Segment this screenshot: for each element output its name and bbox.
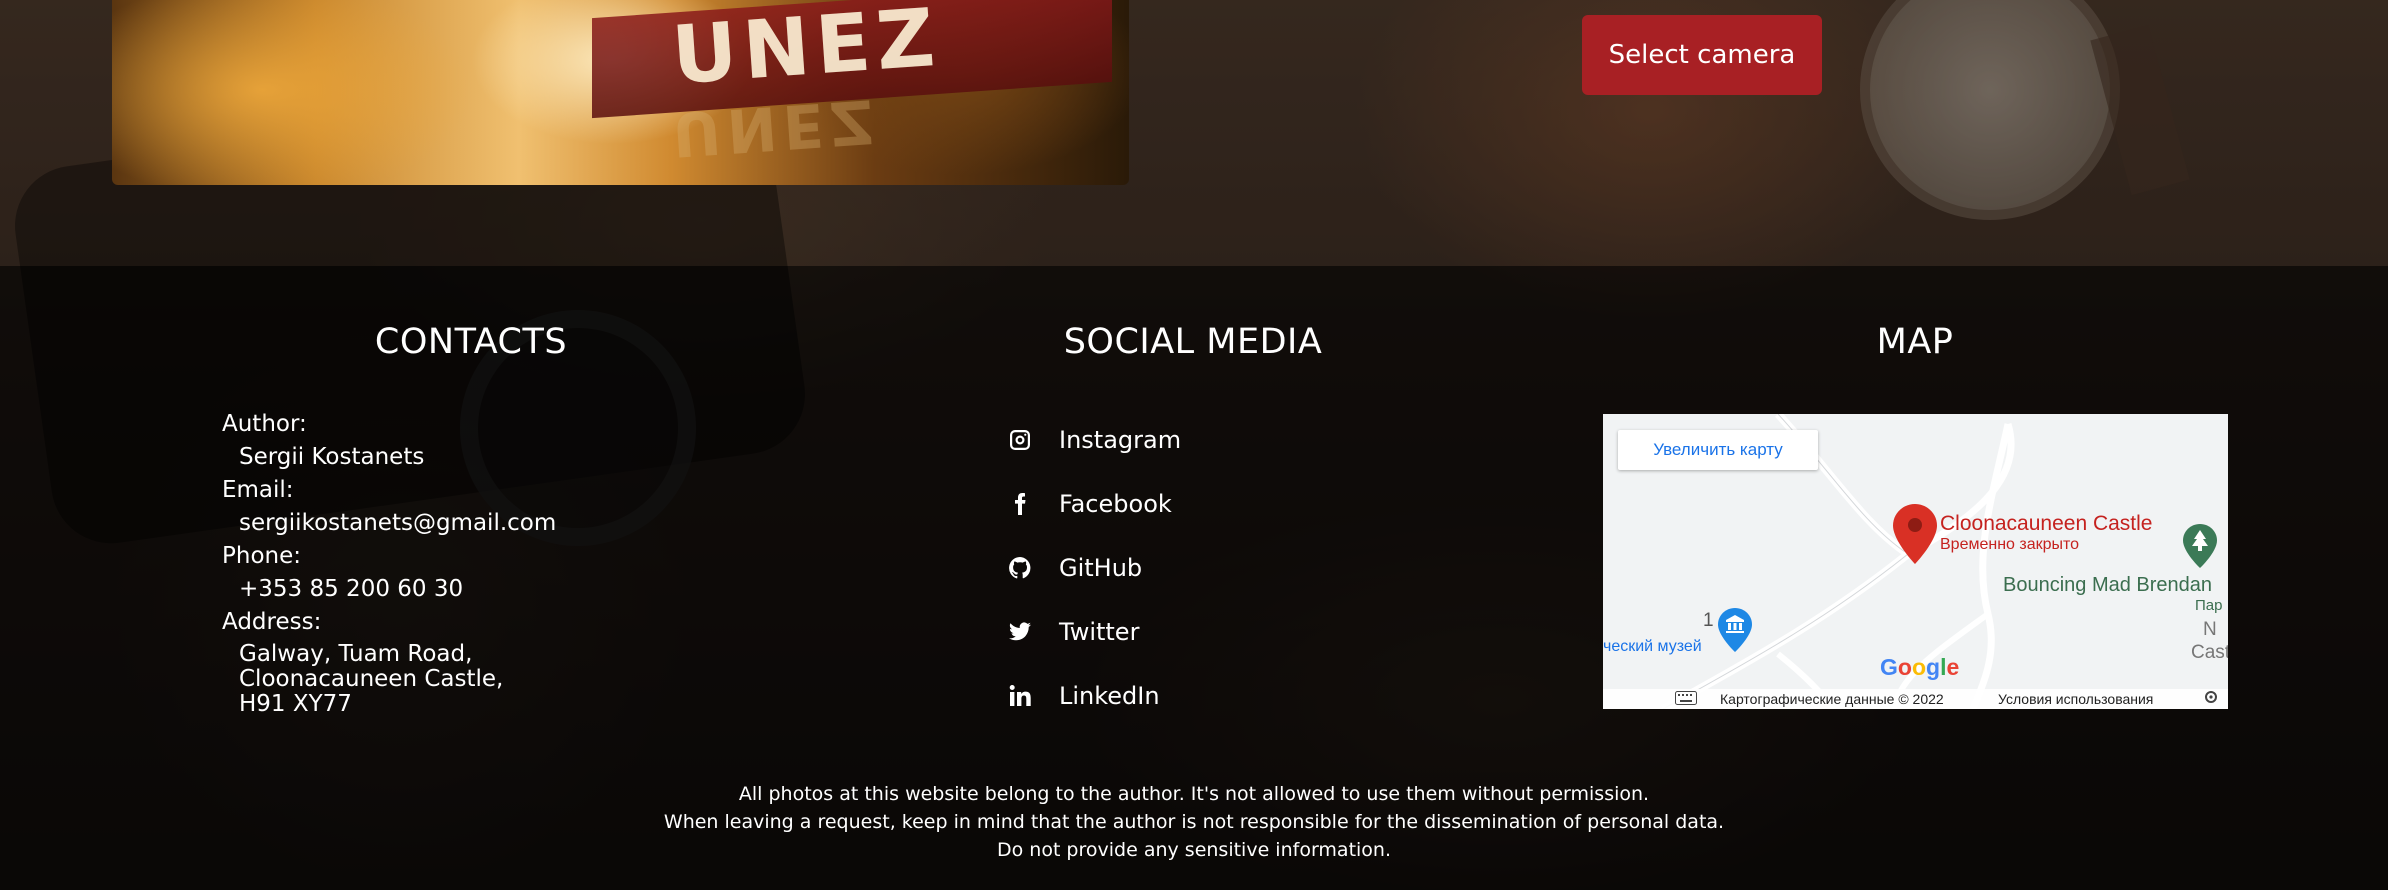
disclaimer-text: All photos at this website belong to the…: [0, 780, 2388, 864]
google-logo: Google: [1880, 654, 1960, 680]
social-label: Twitter: [1059, 618, 1140, 646]
author-label: Author:: [222, 411, 307, 437]
social-label: LinkedIn: [1059, 682, 1160, 710]
hero-camera-photo: UNEZ UNEZ: [112, 0, 1129, 185]
address-line: Cloonacauneen Castle,: [239, 666, 504, 692]
map-attribution-bar: Картографические данные © 2022 Условия и…: [1603, 689, 2228, 709]
contacts-block: Author: Sergii Kostanets Email: sergiiko…: [222, 408, 556, 717]
map-data-credit: Картографические данные © 2022: [1720, 691, 1944, 707]
address-line: H91 XY77: [239, 691, 352, 717]
social-link-github[interactable]: GitHub: [1005, 536, 1181, 600]
photo-lens-reflection: UNEZ: [669, 84, 882, 170]
social-media-title: SOCIAL MEDIA: [1063, 322, 1323, 362]
disclaimer-line: All photos at this website belong to the…: [738, 783, 1650, 805]
map-terms-link[interactable]: Условия использования: [1998, 691, 2153, 707]
map-museum-label: ческий музей: [1603, 638, 1702, 655]
email-label: Email:: [222, 477, 294, 503]
map-enlarge-button[interactable]: Увеличить карту: [1618, 430, 1818, 470]
social-link-twitter[interactable]: Twitter: [1005, 600, 1181, 664]
map-poi-bouncing: Bouncing Mad Brendan: [2003, 574, 2213, 596]
social-label: GitHub: [1059, 554, 1143, 582]
author-value: Sergii Kostanets: [239, 444, 425, 470]
park-tree-icon: [2183, 524, 2217, 572]
social-link-instagram[interactable]: Instagram: [1005, 408, 1181, 472]
address-line: Galway, Tuam Road,: [239, 641, 473, 667]
linkedin-icon: [1005, 681, 1035, 711]
map-poi-n: N: [2203, 619, 2217, 640]
map-poi-cast: Cast: [2191, 642, 2228, 663]
github-icon: [1005, 553, 1035, 583]
map-place-status: Временно закрыто: [1940, 536, 2080, 553]
social-label: Facebook: [1059, 490, 1172, 518]
address-label: Address:: [222, 609, 322, 635]
map-pin-icon[interactable]: [1893, 504, 1937, 568]
footer: CONTACTS SOCIAL MEDIA MAP Author: Sergii…: [0, 266, 2388, 890]
map-museum-number: 1: [1703, 610, 1714, 631]
social-label: Instagram: [1059, 426, 1182, 454]
select-camera-button[interactable]: Select camera: [1582, 15, 1822, 95]
keyboard-icon[interactable]: [1675, 691, 1697, 708]
social-link-linkedin[interactable]: LinkedIn: [1005, 664, 1181, 728]
disclaimer-line: When leaving a request, keep in mind tha…: [663, 811, 1725, 833]
map-poi-park: Пар: [2195, 597, 2223, 614]
google-map-embed[interactable]: Увеличить карту Cloonacauneen Castle Вре…: [1603, 414, 2228, 709]
social-link-facebook[interactable]: Facebook: [1005, 472, 1181, 536]
top-section: UNEZ UNEZ Select camera: [0, 0, 2388, 266]
twitter-icon: [1005, 617, 1035, 647]
map-title: MAP: [1876, 322, 1954, 362]
social-media-list: Instagram Facebook GitHub Twitter Linked…: [1005, 408, 1181, 728]
instagram-icon: [1005, 425, 1035, 455]
disclaimer-line: Do not provide any sensitive information…: [996, 839, 1392, 861]
phone-link[interactable]: +353 85 200 60 30: [222, 573, 556, 606]
phone-label: Phone:: [222, 543, 301, 569]
report-issue-icon[interactable]: [2203, 689, 2219, 708]
map-place-name[interactable]: Cloonacauneen Castle: [1940, 512, 2152, 536]
facebook-icon: [1005, 489, 1035, 519]
contacts-title: CONTACTS: [374, 322, 568, 362]
museum-icon: [1718, 608, 1752, 656]
email-link[interactable]: sergiikostanets@gmail.com: [222, 507, 556, 540]
